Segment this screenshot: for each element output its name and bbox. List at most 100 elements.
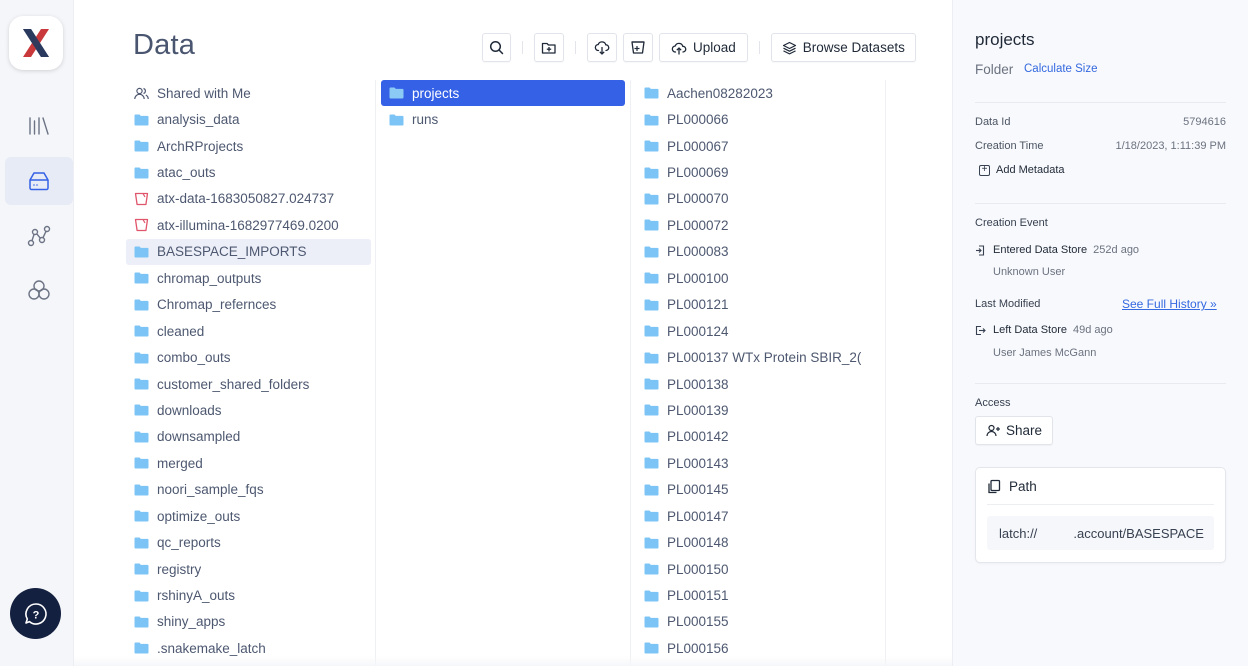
divider bbox=[975, 383, 1226, 384]
last-modified-event: Left Data Store 49d ago bbox=[975, 324, 1113, 336]
creation-time-value: 1/18/2023, 1:11:39 PM bbox=[1115, 140, 1227, 152]
list-item[interactable]: PL000067 bbox=[631, 133, 881, 159]
list-item[interactable]: optimize_outs bbox=[126, 503, 371, 529]
list-item[interactable]: rshinyA_outs bbox=[126, 582, 371, 608]
list-item[interactable]: PL000142 bbox=[631, 424, 881, 450]
list-item-label: Chromap_refernces bbox=[157, 297, 277, 313]
list-item[interactable]: qc_reports bbox=[126, 529, 371, 555]
list-item[interactable]: cleaned bbox=[126, 318, 371, 344]
svg-text:?: ? bbox=[32, 609, 39, 621]
list-item[interactable]: PL000066 bbox=[631, 106, 881, 132]
list-item[interactable]: Aachen08282023 bbox=[631, 80, 881, 106]
nav-library[interactable] bbox=[5, 102, 73, 150]
folder-icon bbox=[389, 87, 404, 100]
list-item-label: PL000142 bbox=[667, 429, 729, 445]
folder-icon bbox=[134, 457, 149, 470]
list-item-label: PL000155 bbox=[667, 614, 729, 630]
list-item[interactable]: PL000147 bbox=[631, 503, 881, 529]
list-item[interactable]: PL000139 bbox=[631, 397, 881, 423]
list-item[interactable]: PL000148 bbox=[631, 529, 881, 555]
list-item[interactable]: merged bbox=[126, 450, 371, 476]
list-item[interactable]: Chromap_refernces bbox=[126, 292, 371, 318]
folder-icon bbox=[644, 378, 659, 391]
help-button[interactable]: ? bbox=[10, 588, 61, 639]
folder-icon bbox=[644, 298, 659, 311]
list-item[interactable]: projects bbox=[381, 80, 625, 107]
list-item[interactable]: Shared with Me bbox=[126, 80, 371, 106]
folder-icon bbox=[644, 536, 659, 549]
list-item-label: PL000066 bbox=[667, 112, 729, 128]
column-account: projects runs bbox=[376, 80, 631, 666]
search-button[interactable] bbox=[482, 33, 511, 62]
share-button[interactable]: Share bbox=[975, 416, 1053, 445]
list-item[interactable]: PL000155 bbox=[631, 609, 881, 635]
list-item[interactable]: PL000143 bbox=[631, 450, 881, 476]
list-item-label: registry bbox=[157, 561, 202, 577]
list-item[interactable]: customer_shared_folders bbox=[126, 371, 371, 397]
list-item[interactable]: PL000124 bbox=[631, 318, 881, 344]
path-value[interactable]: latch:// .account/BASESPACE bbox=[987, 516, 1214, 550]
upload-button[interactable]: Upload bbox=[659, 33, 748, 62]
folder-icon bbox=[644, 457, 659, 470]
list-item-label: PL000100 bbox=[667, 270, 729, 286]
browse-datasets-button[interactable]: Browse Datasets bbox=[770, 33, 916, 62]
list-item[interactable]: analysis_data bbox=[126, 106, 371, 132]
list-item[interactable]: PL000150 bbox=[631, 556, 881, 582]
list-item-label: rshinyA_outs bbox=[157, 588, 236, 604]
user-plus-icon bbox=[986, 424, 1000, 437]
list-item[interactable]: downloads bbox=[126, 397, 371, 423]
list-item[interactable]: atac_outs bbox=[126, 159, 371, 185]
creation-time-row: Creation Time 1/18/2023, 1:11:39 PM bbox=[975, 140, 1226, 152]
list-item[interactable]: ArchRProjects bbox=[126, 133, 371, 159]
list-item-label: ArchRProjects bbox=[157, 138, 244, 154]
nav-registry[interactable] bbox=[5, 266, 73, 314]
list-item[interactable]: PL000137 WTx Protein SBIR_2( bbox=[631, 344, 881, 370]
calculate-size-link[interactable]: Calculate Size bbox=[1024, 63, 1098, 75]
folder-icon bbox=[644, 642, 659, 655]
add-bucket-button[interactable] bbox=[623, 33, 653, 62]
nav-workflows[interactable] bbox=[5, 212, 73, 260]
list-item[interactable]: PL000145 bbox=[631, 477, 881, 503]
creation-event-label: Creation Event bbox=[975, 217, 1048, 229]
list-item[interactable]: runs bbox=[381, 106, 625, 132]
list-item[interactable]: combo_outs bbox=[126, 344, 371, 370]
list-item[interactable]: PL000121 bbox=[631, 292, 881, 318]
list-item[interactable]: noori_sample_fqs bbox=[126, 477, 371, 503]
latch-logo[interactable] bbox=[9, 16, 63, 70]
folder-icon bbox=[134, 536, 149, 549]
list-item[interactable]: atx-data-1683050827.024737 bbox=[126, 186, 371, 212]
folder-icon bbox=[134, 272, 149, 285]
add-metadata-button[interactable]: + Add Metadata bbox=[979, 164, 1065, 176]
download-button[interactable] bbox=[587, 33, 617, 62]
path-header: Path bbox=[987, 479, 1037, 494]
list-item[interactable]: PL000138 bbox=[631, 371, 881, 397]
folder-icon bbox=[644, 87, 659, 100]
list-item[interactable]: atx-illumina-1682977469.0200 bbox=[126, 212, 371, 238]
copy-icon[interactable] bbox=[987, 479, 1001, 494]
browse-datasets-label: Browse Datasets bbox=[802, 40, 905, 55]
list-item[interactable]: PL000069 bbox=[631, 159, 881, 185]
list-item[interactable]: PL000083 bbox=[631, 239, 881, 265]
list-item[interactable]: downsampled bbox=[126, 424, 371, 450]
folder-icon bbox=[644, 192, 659, 205]
layers-icon bbox=[782, 41, 796, 54]
list-item[interactable]: PL000100 bbox=[631, 265, 881, 291]
list-item[interactable]: shiny_apps bbox=[126, 609, 371, 635]
list-item[interactable]: chromap_outputs bbox=[126, 265, 371, 291]
folder-icon bbox=[134, 589, 149, 602]
folder-icon bbox=[644, 404, 659, 417]
list-item-label: downloads bbox=[157, 402, 222, 418]
search-icon bbox=[489, 40, 504, 55]
list-item-label: qc_reports bbox=[157, 535, 221, 551]
nav-data[interactable] bbox=[5, 157, 73, 205]
list-item[interactable]: PL000072 bbox=[631, 212, 881, 238]
creation-event: Entered Data Store 252d ago bbox=[975, 244, 1139, 256]
data-id-label: Data Id bbox=[975, 116, 1011, 128]
list-item[interactable]: BASESPACE_IMPORTS bbox=[126, 238, 371, 266]
list-item[interactable]: PL000151 bbox=[631, 582, 881, 608]
folder-icon bbox=[644, 140, 659, 153]
list-item[interactable]: registry bbox=[126, 556, 371, 582]
see-full-history-link[interactable]: See Full History » bbox=[1122, 297, 1217, 311]
list-item[interactable]: PL000070 bbox=[631, 186, 881, 212]
new-folder-button[interactable] bbox=[534, 33, 564, 62]
